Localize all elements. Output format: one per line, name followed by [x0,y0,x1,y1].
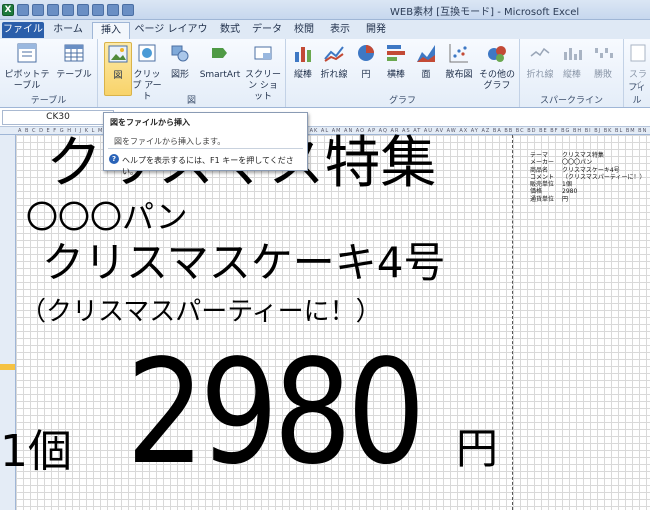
info-row: メーカー 〇〇〇パン [530,159,593,167]
filter-icon[interactable] [122,3,134,16]
group-label-filter: フィル [628,83,646,106]
area-chart-button[interactable]: 面 [414,42,438,81]
area-chart-icon [417,45,435,62]
page-break-line [512,135,513,510]
other-charts-button[interactable]: その他の グラフ [478,42,516,92]
help-icon: ? [109,154,119,164]
font-color-icon[interactable] [77,3,89,16]
info-row: 通貨単位円 [530,195,569,203]
info-row: テーマ クリスマス特集 [530,152,604,159]
line-chart-button[interactable]: 折れ線 [318,42,350,81]
column-chart-icon [295,47,311,62]
shapes-button[interactable]: 図形 [166,42,194,81]
poster-maker: 〇〇〇パン [26,198,188,236]
group-sparkline: 折れ線 縦棒 勝敗 スパークライン [520,39,624,107]
pie-chart-button[interactable]: 円 [354,42,378,81]
slicer-icon [630,44,646,62]
poster-product: クリスマスケーキ4号 [42,238,446,287]
selected-row-header [0,364,15,370]
tooltip-divider [108,148,303,149]
info-row: 商品名 クリスマスケーキ4号 [530,166,620,174]
formula-bar: CK30 [0,108,650,127]
group-label-chart: グラフ [388,96,416,106]
sparkline-column-icon [564,48,582,60]
bar-chart-icon [387,45,405,61]
line-chart-icon [324,46,344,62]
sort-icon[interactable] [107,3,119,16]
group-chart: 縦棒 折れ線 円 横棒 面 散布図 その他の グラフ グラフ [286,39,520,107]
tab-home[interactable]: ホーム [48,22,88,38]
sparkline-line-button[interactable]: 折れ線 [524,42,556,81]
group-label-table: テーブル [30,96,67,106]
group-table: ピボットテーブル テーブル テーブル [0,39,98,107]
sparkline-line-icon [530,47,550,57]
tooltip-description: 図をファイルから挿入します。 [114,137,226,146]
picture-button[interactable]: 図 [104,42,132,96]
tab-view[interactable]: 表示 [324,22,356,38]
undo-icon[interactable] [32,3,44,16]
scatter-chart-button[interactable]: 散布図 [442,42,476,81]
info-row: 販売単位 1個 [530,181,572,189]
ribbon: ピボットテーブル テーブル テーブル 図 クリップ アート 図形 SmartAr… [0,39,650,108]
sparkline-winloss-icon [595,48,613,58]
tab-file[interactable]: ファイル [2,22,44,38]
sparkline-winloss-button[interactable]: 勝敗 [588,42,618,81]
table-button[interactable]: テーブル [56,42,92,81]
scatter-chart-icon [449,44,468,63]
clipart-icon [138,44,156,62]
quick-access-toolbar: X [2,2,134,17]
group-filter: スライ フィル [624,39,650,107]
sparkline-column-button[interactable]: 縦棒 [558,42,586,81]
picture-icon [108,45,128,63]
poster-currency: 円 [456,424,499,473]
title-bar: X WEB素材 [互換モード] - Microsoft Excel [0,0,650,20]
info-table: テーマ クリスマス特集 メーカー 〇〇〇パン 商品名 クリスマスケーキ4号 コメント（… [530,152,645,203]
name-box[interactable]: CK30 [2,110,114,125]
fill-color-icon[interactable] [92,3,104,16]
pivot-table-icon [17,43,37,63]
group-label-sparkline: スパークライン [539,96,603,106]
window-title: WEB素材 [互換モード] - Microsoft Excel [390,7,580,18]
poster-unit: 1個 [0,426,72,477]
info-row: 価格 2980 [530,188,578,196]
shapes-icon [171,45,189,62]
print-icon[interactable] [62,3,74,16]
table-icon [64,44,84,62]
poster-price: 2980 [126,328,426,496]
other-charts-icon [488,46,506,62]
pivot-table-button[interactable]: ピボットテーブル [4,42,50,92]
tab-developer[interactable]: 開発 [360,22,392,38]
excel-logo-icon: X [2,3,14,16]
tab-insert[interactable]: 挿入 [92,22,130,40]
picture-tooltip: 図をファイルから挿入 図をファイルから挿入します。 ? ヘルプを表示するには、F… [103,112,308,176]
pie-chart-icon [358,45,374,61]
smartart-icon [212,48,227,58]
redo-icon[interactable] [47,3,59,16]
ribbon-tabs: ファイル ホーム 挿入 ページ レイアウト 数式 データ 校閲 表示 開発 [0,20,650,51]
tab-formulas[interactable]: 数式 [214,22,246,38]
tooltip-title: 図をファイルから挿入 [110,118,190,127]
column-chart-button[interactable]: 縦棒 [290,42,316,81]
save-icon[interactable] [17,3,29,16]
group-figure: 図 クリップ アート 図形 SmartArt スクリーン ショット 図 [98,39,286,107]
tooltip-help: ヘルプを表示するには、F1 キーを押してください。 [122,156,294,176]
tab-page-layout[interactable]: ページ レイアウト [132,22,210,51]
bar-chart-button[interactable]: 横棒 [382,42,410,81]
tab-review[interactable]: 校閲 [288,22,320,38]
tab-data[interactable]: データ [250,22,284,38]
screenshot-icon [254,46,272,60]
smartart-button[interactable]: SmartArt [198,42,242,81]
group-label-figure: 図 [186,96,196,106]
